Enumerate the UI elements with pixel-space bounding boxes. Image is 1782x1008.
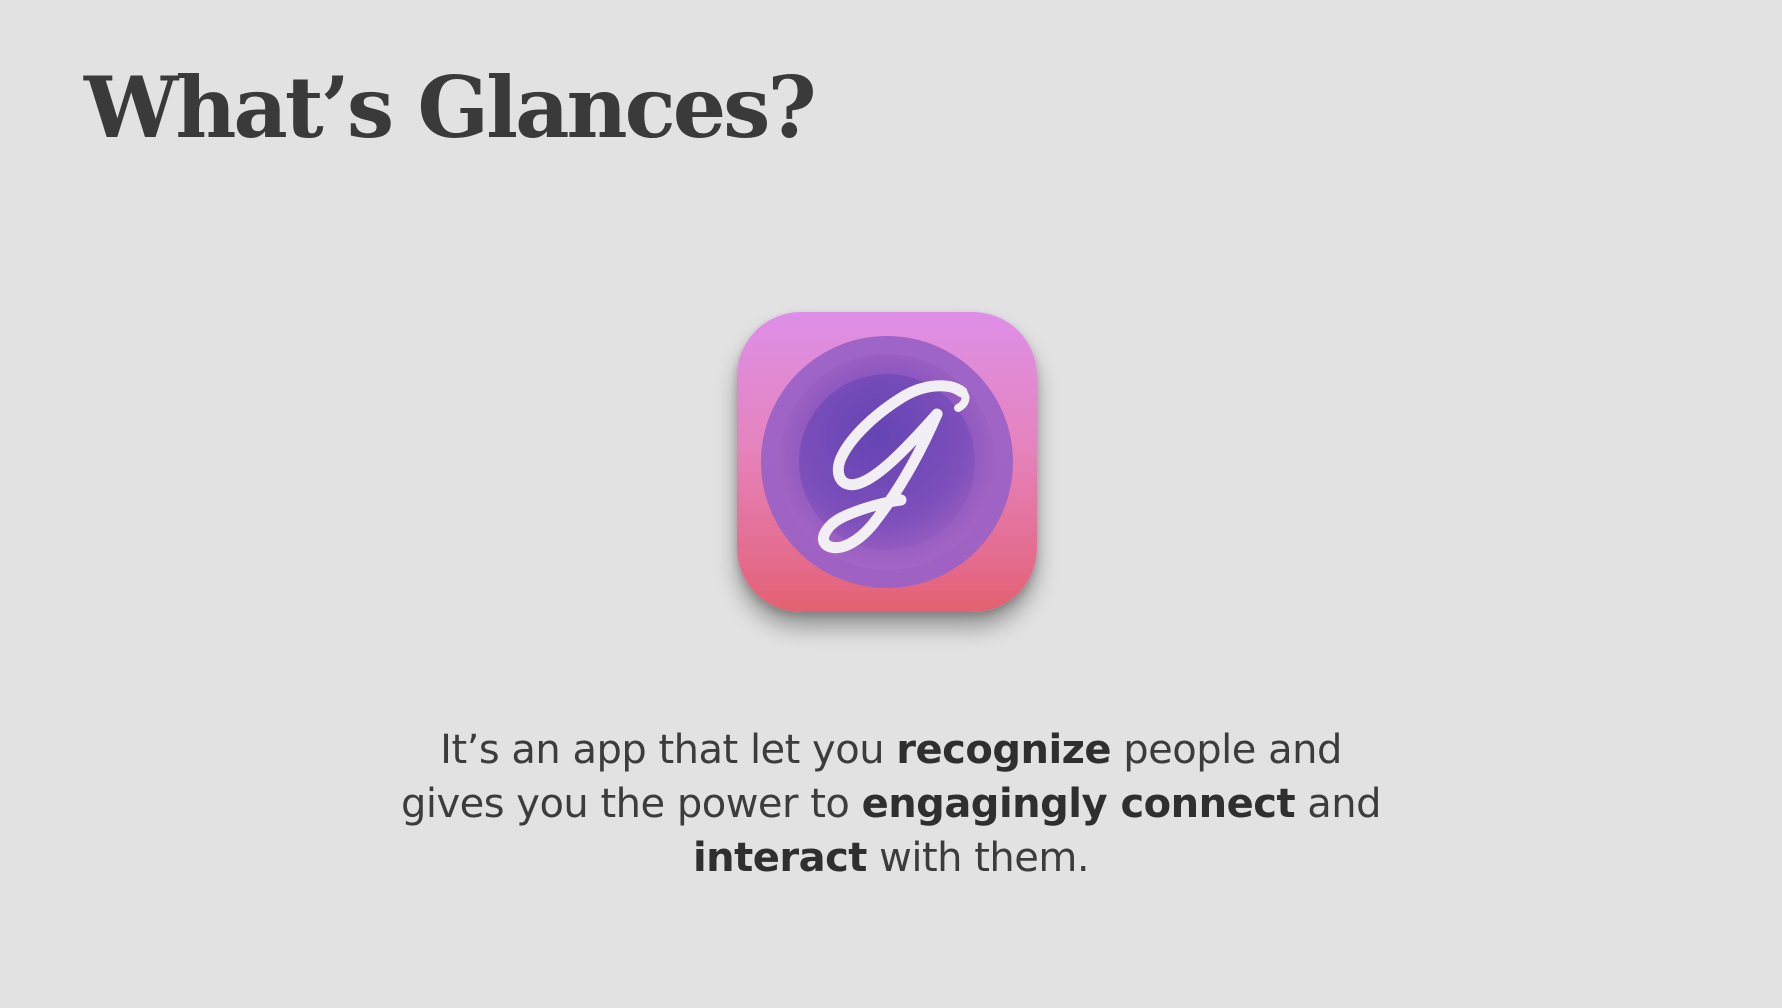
description-text: with them.: [866, 835, 1090, 881]
g-logo-icon: [761, 336, 1013, 588]
glances-app-icon: [737, 312, 1037, 612]
description-text: and: [1295, 781, 1382, 827]
keyword-interact: interact: [692, 835, 868, 881]
description-text: people and: [1111, 727, 1342, 773]
slide-title: What’s Glances?: [84, 58, 817, 157]
keyword-engagingly-connect: engagingly connect: [861, 781, 1296, 827]
description-text: It’s an app that let you: [440, 727, 897, 773]
keyword-recognize: recognize: [896, 727, 1112, 773]
description-text: gives you the power to: [400, 781, 862, 827]
app-description: It’s an app that let you recognize peopl…: [341, 723, 1441, 885]
